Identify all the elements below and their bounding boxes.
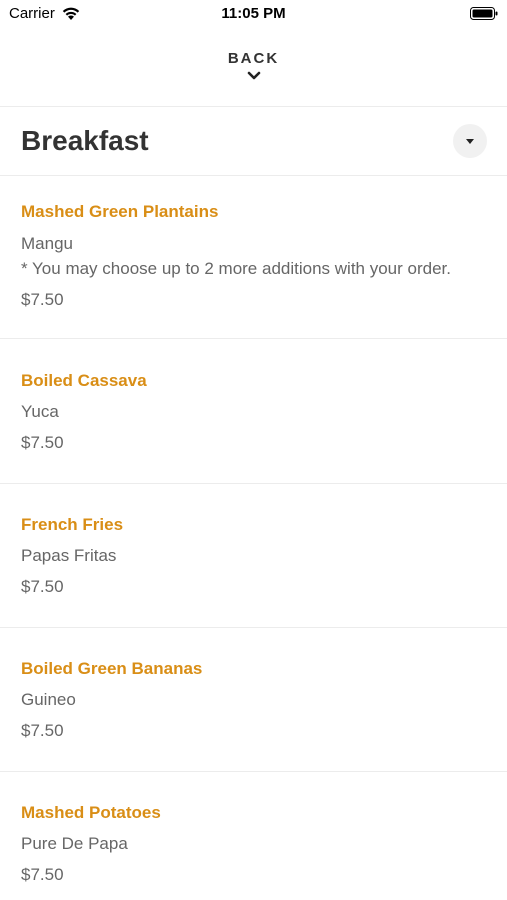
menu-item[interactable]: Mashed Potatoes Pure De Papa $7.50 <box>0 772 507 900</box>
item-description: Mangu <box>21 234 73 253</box>
back-button[interactable]: BACK <box>0 40 507 106</box>
item-note: * You may choose up to 2 more additions … <box>21 259 451 278</box>
item-price: $7.50 <box>21 433 64 452</box>
category-header: Breakfast <box>0 107 507 175</box>
caret-down-icon <box>466 138 474 144</box>
item-name: Boiled Cassava <box>21 371 147 390</box>
item-price: $7.50 <box>21 721 64 740</box>
back-label: BACK <box>227 50 280 67</box>
item-price: $7.50 <box>21 865 64 884</box>
status-bar: Carrier 11:05 PM <box>0 0 507 28</box>
menu-item[interactable]: Boiled Green Bananas Guineo $7.50 <box>0 628 507 771</box>
item-description: Pure De Papa <box>21 834 128 853</box>
item-price: $7.50 <box>21 290 64 309</box>
menu-item[interactable]: French Fries Papas Fritas $7.50 <box>0 484 507 627</box>
battery-icon <box>470 7 498 20</box>
status-time: 11:05 PM <box>221 5 286 22</box>
screen: Carrier 11:05 PM BACK Breakfast Mashed G… <box>0 0 507 900</box>
category-title: Breakfast <box>21 125 149 156</box>
item-price: $7.50 <box>21 577 64 596</box>
item-name: French Fries <box>21 515 124 534</box>
category-dropdown-button[interactable] <box>453 124 487 158</box>
item-description: Papas Fritas <box>21 546 117 565</box>
item-name: Mashed Potatoes <box>21 803 161 822</box>
item-description: Guineo <box>21 690 76 709</box>
item-name: Mashed Green Plantains <box>21 202 219 221</box>
menu-item[interactable]: Boiled Cassava Yuca $7.50 <box>0 339 507 483</box>
chevron-down-icon <box>247 71 260 80</box>
item-name: Boiled Green Bananas <box>21 659 203 678</box>
menu-item[interactable]: Mashed Green Plantains Mangu * You may c… <box>0 176 507 338</box>
item-description: Yuca <box>21 402 59 421</box>
